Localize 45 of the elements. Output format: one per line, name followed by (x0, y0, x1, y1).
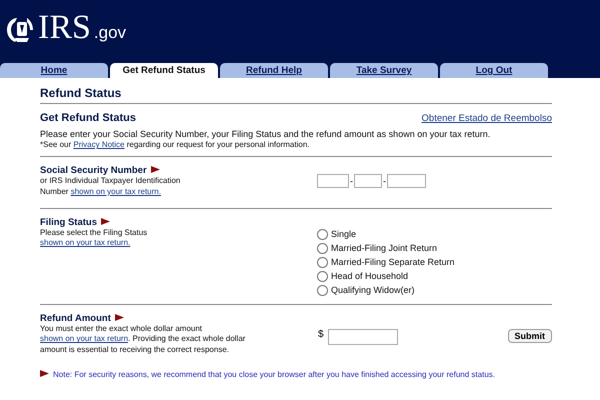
option-label: Married-Filing Separate Return (331, 257, 455, 268)
dash-separator: - (383, 176, 386, 186)
option-label: Head of Household (331, 271, 408, 282)
nav-tab[interactable]: Refund Help (220, 63, 328, 78)
ssn-input[interactable] (317, 174, 349, 188)
radio-button[interactable] (317, 284, 328, 296)
radio-button[interactable] (317, 256, 328, 268)
nav-tab[interactable]: Take Survey (330, 63, 438, 78)
logo-text: IRS (38, 12, 91, 44)
tax-return-link[interactable]: shown on your tax return. (70, 186, 161, 196)
radio-button[interactable] (317, 270, 328, 282)
field-label: Refund Amount (40, 312, 111, 324)
field-description: You must enter the exact whole dollar amount shown on your tax return. Providing the exact whole dollar amount is essential to receiving the correct response. (40, 324, 246, 356)
arrow-icon (114, 314, 124, 322)
ssn-input[interactable] (354, 174, 382, 188)
arrow-icon (101, 218, 110, 226)
nav-tab[interactable]: Home (0, 63, 108, 78)
radio-button[interactable] (317, 228, 328, 240)
privacy-text: *See our Privacy Notice regarding our request for your personal information. (40, 140, 310, 151)
ssn-input[interactable] (387, 174, 426, 188)
submit-button[interactable]: Submit (508, 328, 552, 343)
arrow-icon (150, 166, 160, 174)
instructions-text: Please enter your Social Security Number, your Filing Status and the refund amount as shown on your tax return. (40, 128, 492, 140)
field-description: Please select the Filing Status (40, 228, 148, 238)
dash-separator: - (350, 176, 353, 186)
tax-return-link[interactable]: shown on your tax return (40, 334, 128, 344)
field-label: Social Security Number (40, 164, 147, 176)
nav-tab[interactable]: Log Out (440, 63, 548, 78)
nav-tab[interactable]: Get Refund Status (110, 63, 218, 78)
section-title: Get Refund Status (40, 112, 136, 124)
currency-sign: $ (318, 328, 324, 340)
page-title: Refund Status (40, 84, 552, 104)
option-label: Qualifying Widow(er) (331, 285, 415, 296)
language-link[interactable]: Obtener Estado de Reembolso (422, 113, 552, 124)
field-description: or IRS Individual Taxpayer Identification Number shown on your tax return. (40, 176, 182, 198)
option-label: Single (331, 229, 356, 240)
radio-button[interactable] (317, 242, 328, 254)
security-note: Note: For security reasons, we recommend that you close your browser after you have finished accessing your refund status. (53, 370, 495, 379)
arrow-icon (40, 370, 49, 378)
option-label: Married-Filing Joint Return (331, 243, 438, 254)
logo-suffix: .gov (94, 22, 126, 44)
field-label: Filing Status (40, 216, 97, 228)
privacy-link[interactable]: Privacy Notice (73, 140, 124, 150)
amount-input[interactable] (328, 328, 398, 345)
tax-return-link[interactable]: shown on your tax return. (40, 238, 130, 248)
